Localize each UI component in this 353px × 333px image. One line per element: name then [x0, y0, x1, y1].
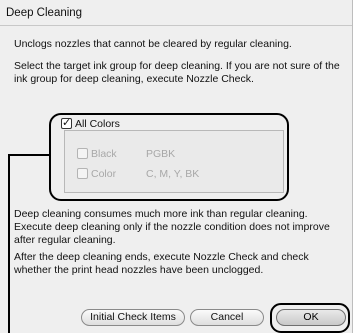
ok-callout [270, 303, 350, 333]
all-colors-checkbox[interactable] [61, 116, 72, 129]
color-label: Color [91, 168, 117, 180]
color-inks: C, M, Y, BK [146, 168, 200, 180]
warning-text: Deep cleaning consumes much more ink tha… [14, 208, 330, 246]
black-checkbox[interactable] [77, 148, 88, 159]
callout-line-left-horizontal [8, 154, 50, 156]
ink-group-box [64, 130, 284, 193]
all-colors-label: All Colors [75, 118, 120, 130]
callout-line-left [8, 154, 10, 333]
after-cleaning-text: After the deep cleaning ends, execute No… [14, 251, 309, 276]
deep-cleaning-dialog: Deep Cleaning Unclogs nozzles that canno… [0, 0, 353, 333]
initial-check-items-button[interactable]: Initial Check Items [81, 309, 185, 326]
instruction-text: Select the target ink group for deep cle… [14, 60, 340, 85]
color-checkbox[interactable] [77, 168, 88, 179]
cancel-button[interactable]: Cancel [190, 309, 264, 326]
black-label: Black [91, 148, 117, 160]
dialog-title: Deep Cleaning [0, 0, 352, 26]
description-text: Unclogs nozzles that cannot be cleared b… [14, 38, 292, 50]
black-inks: PGBK [146, 148, 176, 160]
